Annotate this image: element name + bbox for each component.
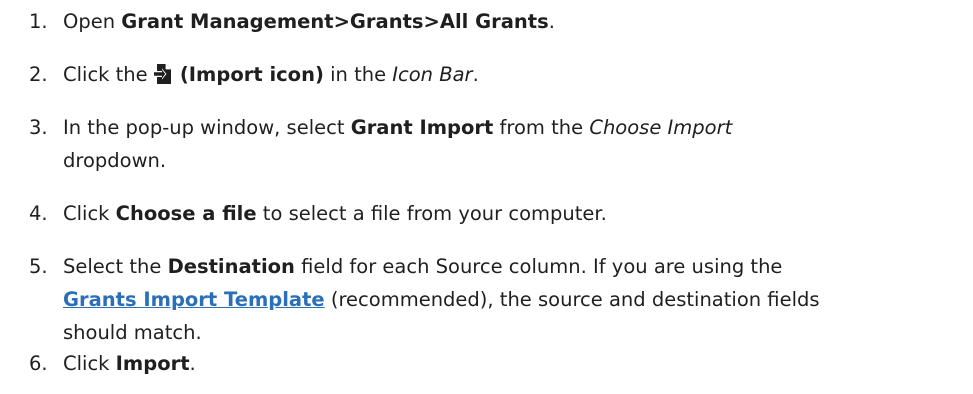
menu-path: Grant Management>Grants>All Grants bbox=[121, 10, 549, 33]
step-text: Select the Destination field for each So… bbox=[63, 250, 968, 349]
icon-bar-term: Icon Bar bbox=[392, 63, 473, 86]
step-number: 1. bbox=[29, 10, 48, 33]
step-number: 2. bbox=[29, 63, 48, 86]
destination-term: Destination bbox=[167, 255, 295, 278]
grant-import-option: Grant Import bbox=[350, 116, 494, 139]
step-text-part: should match. bbox=[63, 321, 202, 344]
import-term: Import bbox=[115, 352, 190, 375]
step-text-part: Click bbox=[63, 202, 116, 225]
step-text-part: dropdown. bbox=[63, 149, 167, 172]
step-text-part: to select a file from your computer. bbox=[256, 202, 607, 225]
step-text: Click Choose a file to select a file fro… bbox=[63, 197, 968, 230]
step-text-part: Click bbox=[63, 352, 116, 375]
step-text-part: field for each Source column. If you are… bbox=[294, 255, 783, 278]
step-text: In the pop-up window, select Grant Impor… bbox=[63, 111, 968, 177]
step-text-part: from the bbox=[493, 116, 590, 139]
step-text-part: Open bbox=[63, 10, 122, 33]
choose-file-term: Choose a file bbox=[115, 202, 257, 225]
step-text-part: in the bbox=[323, 63, 393, 86]
step-number: 5. bbox=[29, 255, 48, 278]
step-text-part: . bbox=[189, 352, 196, 375]
step-number: 3. bbox=[29, 116, 48, 139]
step-text: Click the (Import icon) in the Icon Bar. bbox=[63, 58, 968, 94]
step-number: 4. bbox=[29, 202, 48, 225]
import-icon bbox=[153, 61, 176, 94]
step-text: Open Grant Management>Grants>All Grants. bbox=[63, 5, 968, 38]
step-text-part: Click the bbox=[63, 63, 154, 86]
choose-import-term: Choose Import bbox=[589, 116, 733, 139]
import-icon-label: (Import icon) bbox=[179, 63, 324, 86]
step-text-part: Select the bbox=[63, 255, 168, 278]
step-text-part: In the pop-up window, select bbox=[63, 116, 351, 139]
step-number: 6. bbox=[29, 352, 48, 375]
grants-import-template-link[interactable]: Grants Import Template bbox=[63, 288, 325, 311]
instruction-list: 1. Open Grant Management>Grants>All Gran… bbox=[0, 0, 973, 394]
step-text: Click Import. bbox=[63, 347, 968, 380]
step-text-part: . bbox=[548, 10, 555, 33]
step-text-part: (recommended), the source and destinatio… bbox=[324, 288, 820, 311]
step-text-part: . bbox=[472, 63, 479, 86]
